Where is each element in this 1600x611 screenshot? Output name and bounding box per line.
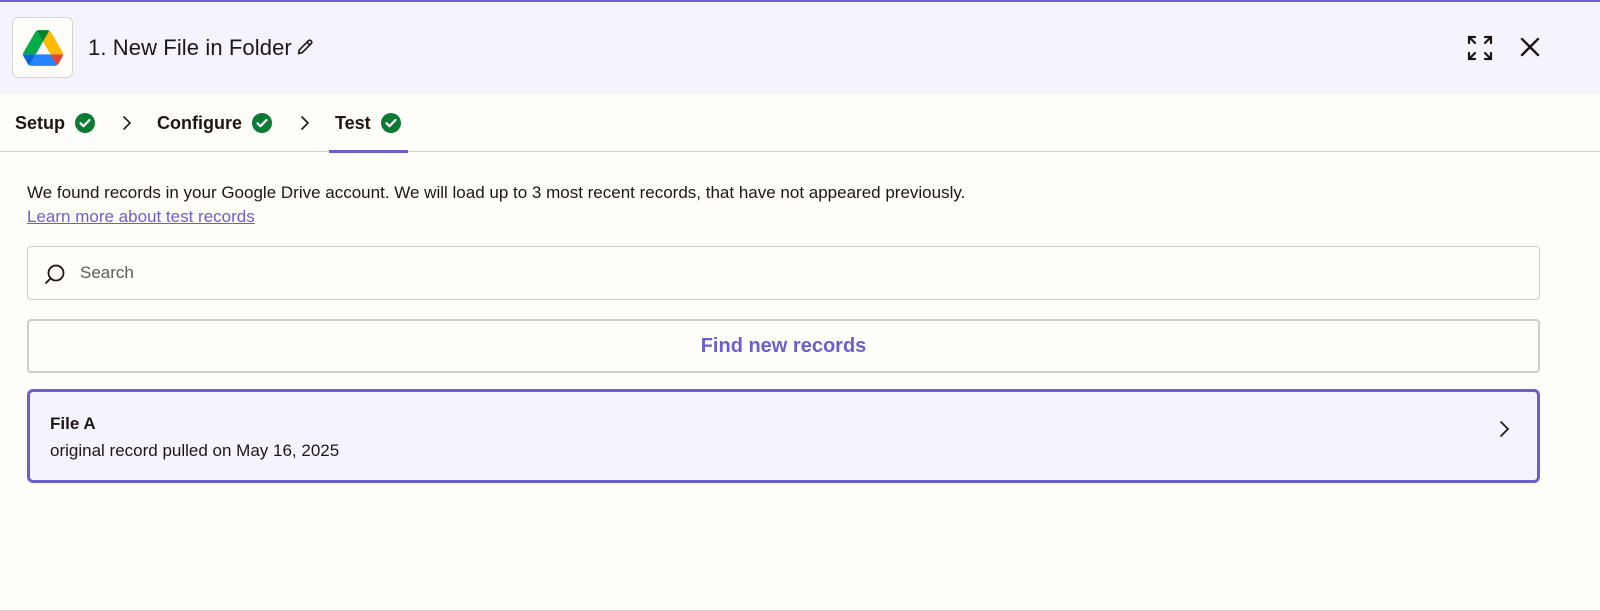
tab-test[interactable]: Test (329, 94, 408, 153)
step-panel: 1. New File in Folder Setup Configure Te… (0, 0, 1600, 611)
panel-header: 1. New File in Folder (0, 2, 1600, 94)
record-item[interactable]: File A original record pulled on May 16,… (27, 389, 1540, 483)
expand-icon[interactable] (1466, 34, 1494, 67)
close-icon[interactable] (1519, 36, 1541, 63)
search-icon (45, 264, 65, 284)
step-tabs: Setup Configure Test (0, 94, 1600, 153)
step-title: 1. New File in Folder (88, 35, 292, 60)
tab-label: Test (335, 112, 371, 133)
records-found-message: We found records in your Google Drive ac… (27, 183, 966, 202)
tab-configure[interactable]: Configure (157, 94, 273, 152)
tab-setup[interactable]: Setup (15, 94, 96, 152)
pencil-icon[interactable] (296, 38, 314, 61)
check-circle-icon (75, 113, 96, 133)
learn-more-link[interactable]: Learn more about test records (27, 207, 255, 227)
find-new-records-button[interactable]: Find new records (27, 319, 1540, 373)
chevron-right-icon (301, 116, 310, 130)
google-drive-icon (12, 17, 73, 78)
record-title: File A (50, 414, 96, 433)
search-input[interactable] (80, 247, 1520, 299)
search-box[interactable] (27, 246, 1540, 300)
check-circle-icon (252, 113, 272, 133)
tab-label: Configure (157, 112, 242, 133)
record-subtitle: original record pulled on May 16, 2025 (50, 441, 340, 460)
chevron-right-icon (1500, 421, 1510, 437)
chevron-right-icon (123, 116, 132, 130)
check-circle-icon (380, 113, 401, 133)
tab-label: Setup (15, 112, 66, 133)
